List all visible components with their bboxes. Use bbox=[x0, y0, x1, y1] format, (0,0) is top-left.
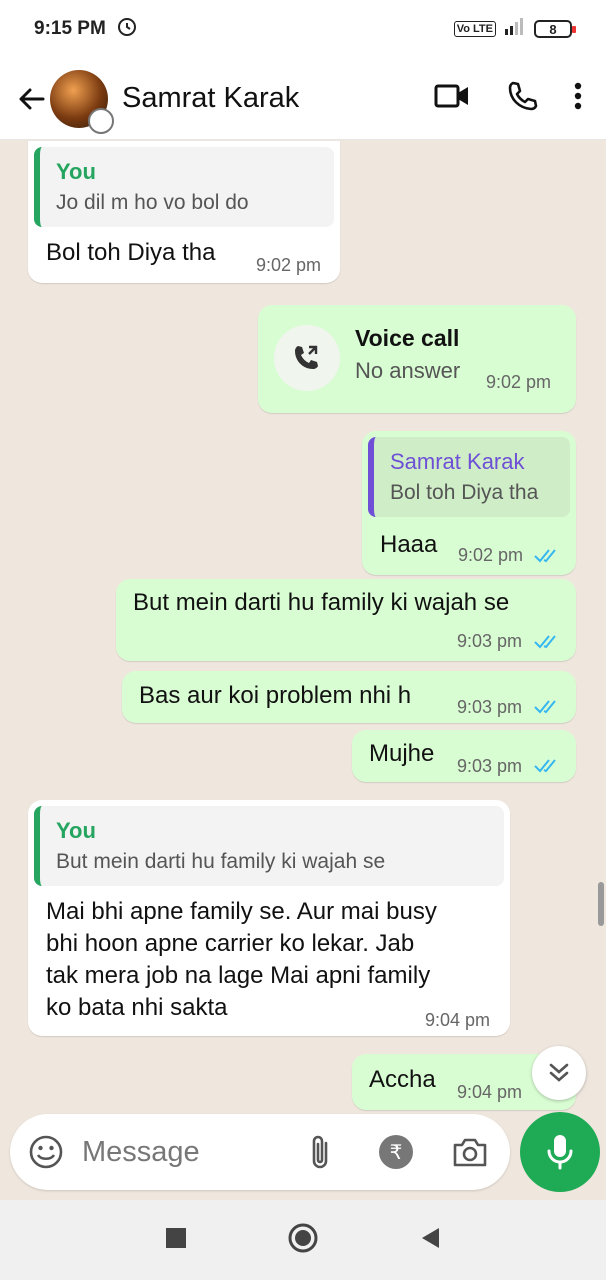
message-bubble-outgoing[interactable]: But mein darti hu family ki wajah se 9:0… bbox=[116, 579, 576, 661]
message-composer[interactable]: Message ₹ bbox=[10, 1114, 510, 1190]
svg-text:₹: ₹ bbox=[390, 1140, 403, 1164]
call-log-bubble[interactable]: Voice call No answer 9:02 pm bbox=[258, 305, 576, 413]
back-nav-button[interactable] bbox=[419, 1226, 441, 1255]
disappearing-timer-icon bbox=[88, 107, 114, 134]
system-navigation-bar bbox=[0, 1200, 606, 1280]
message-bubble-outgoing[interactable]: Mujhe 9:03 pm bbox=[352, 730, 576, 782]
call-title: Voice call bbox=[355, 325, 460, 351]
attach-button[interactable] bbox=[308, 1133, 334, 1171]
message-input[interactable]: Message bbox=[82, 1136, 200, 1169]
message-time: 9:02 pm bbox=[458, 545, 524, 565]
phone-icon bbox=[508, 81, 538, 111]
battery-level: 8 bbox=[549, 21, 557, 37]
message-text: Bol toh Diya tha bbox=[46, 239, 216, 266]
message-bubble-incoming[interactable]: You Jo dil m ho vo bol do Bol toh Diya t… bbox=[28, 141, 340, 283]
home-button[interactable] bbox=[287, 1222, 319, 1259]
status-bar: 9:15 PM Vo LTE 8 bbox=[0, 0, 606, 58]
read-receipt-icon bbox=[534, 635, 556, 649]
read-receipt-icon bbox=[534, 759, 556, 773]
battery-icon: 8 bbox=[534, 20, 576, 38]
camera-button[interactable] bbox=[452, 1136, 488, 1168]
chat-header: Samrat Karak bbox=[0, 58, 606, 140]
volte-icon: Vo LTE bbox=[453, 21, 496, 37]
reply-quote[interactable]: You But mein darti hu family ki wajah se bbox=[34, 806, 504, 886]
status-time: 9:15 PM bbox=[34, 18, 106, 39]
voice-call-button[interactable] bbox=[506, 80, 538, 117]
alarm-icon bbox=[116, 15, 138, 43]
reply-sender: Samrat Karak bbox=[390, 449, 525, 474]
back-button[interactable] bbox=[8, 75, 56, 123]
message-text: Haaa bbox=[380, 531, 438, 558]
message-time: 9:03 pm bbox=[457, 631, 523, 651]
rupee-icon: ₹ bbox=[379, 1135, 413, 1169]
microphone-icon bbox=[547, 1135, 573, 1170]
message-time: 9:02 pm bbox=[486, 372, 552, 392]
message-bubble-incoming[interactable]: You But mein darti hu family ki wajah se… bbox=[28, 800, 510, 1036]
message-time: 9:02 pm bbox=[256, 255, 322, 275]
missed-call-icon bbox=[274, 325, 340, 391]
message-time: 9:03 pm bbox=[457, 697, 523, 717]
double-chevron-down-icon bbox=[549, 1063, 569, 1082]
message-text: Bas aur koi problem nhi h bbox=[139, 682, 412, 709]
reply-quote[interactable]: You Jo dil m ho vo bol do bbox=[34, 147, 334, 227]
message-line: tak mera job na lage Mai apni family bbox=[46, 962, 431, 989]
reply-sender: You bbox=[56, 818, 96, 843]
video-camera-icon bbox=[434, 84, 468, 108]
message-text: Accha bbox=[369, 1066, 436, 1093]
read-receipt-icon bbox=[534, 700, 556, 714]
emoji-button[interactable] bbox=[28, 1134, 64, 1170]
chat-area[interactable]: You Jo dil m ho vo bol do Bol toh Diya t… bbox=[0, 141, 606, 1111]
reply-text: Bol toh Diya tha bbox=[390, 481, 539, 504]
arrow-left-icon bbox=[19, 88, 45, 109]
triangle-back-icon bbox=[422, 1227, 439, 1248]
recents-button[interactable] bbox=[165, 1227, 187, 1254]
emoji-icon bbox=[29, 1135, 63, 1169]
camera-icon bbox=[453, 1138, 487, 1167]
message-line: bhi hoon apne carrier ko lekar. Jab bbox=[46, 930, 415, 957]
reply-quote[interactable]: Samrat Karak Bol toh Diya tha bbox=[368, 437, 570, 517]
read-receipt-icon bbox=[534, 549, 556, 563]
reply-text: But mein darti hu family ki wajah se bbox=[56, 850, 386, 873]
message-text: Mujhe bbox=[369, 740, 435, 767]
message-text: But mein darti hu family ki wajah se bbox=[133, 589, 510, 616]
square-icon bbox=[166, 1227, 186, 1248]
message-time: 9:04 pm bbox=[457, 1082, 523, 1102]
message-line: ko bata nhi sakta bbox=[46, 994, 228, 1021]
payment-button[interactable]: ₹ bbox=[378, 1134, 414, 1170]
call-status: No answer bbox=[355, 358, 461, 383]
video-call-button[interactable] bbox=[434, 83, 470, 114]
more-options-button[interactable] bbox=[574, 82, 582, 115]
scrollbar-thumb[interactable] bbox=[598, 882, 604, 926]
kebab-menu-icon bbox=[574, 82, 582, 110]
message-bubble-outgoing[interactable]: Bas aur koi problem nhi h 9:03 pm bbox=[122, 671, 576, 723]
signal-icon bbox=[504, 17, 526, 41]
avatar[interactable] bbox=[50, 69, 114, 134]
scroll-to-bottom-button[interactable] bbox=[532, 1046, 586, 1100]
message-text: Mai bhi apne family se. Aur mai busy bhi… bbox=[46, 896, 437, 1024]
reply-sender: You bbox=[56, 159, 96, 184]
circle-icon bbox=[288, 1223, 318, 1252]
reply-text: Jo dil m ho vo bol do bbox=[56, 191, 249, 214]
message-time: 9:03 pm bbox=[457, 756, 523, 776]
paperclip-icon bbox=[312, 1135, 328, 1169]
voice-message-button[interactable] bbox=[520, 1112, 600, 1192]
message-bubble-outgoing[interactable]: Samrat Karak Bol toh Diya tha Haaa 9:02 … bbox=[362, 431, 576, 575]
contact-name[interactable]: Samrat Karak bbox=[122, 82, 299, 115]
message-time: 9:04 pm bbox=[425, 1010, 491, 1030]
message-line: Mai bhi apne family se. Aur mai busy bbox=[46, 898, 437, 925]
